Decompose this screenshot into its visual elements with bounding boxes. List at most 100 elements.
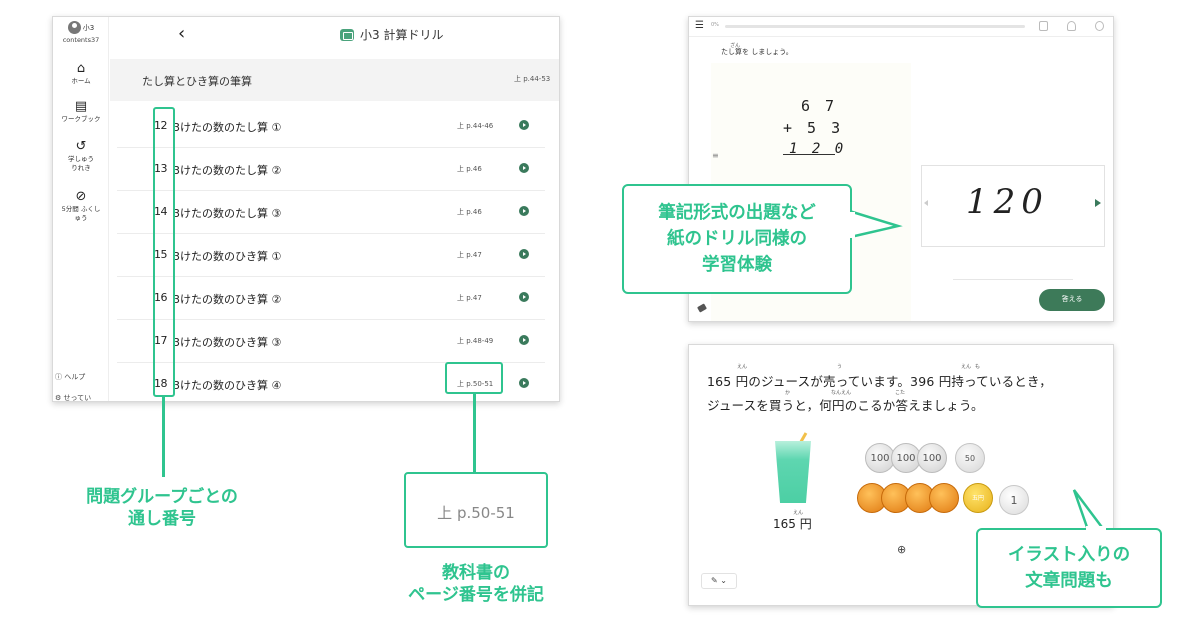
sidebar-item-label: ワークブック [61,115,101,123]
page-highlight-box [445,362,503,394]
arrow-right-icon[interactable] [519,249,529,259]
ruby: も [975,364,981,370]
sidebar-item-label: 学しゅう りれき [68,155,94,172]
arrow-right-icon[interactable] [519,292,529,302]
bubble-line: 筆記形式の出題など [658,203,816,223]
sidebar-item-label: ホーム [71,77,91,85]
help-link[interactable]: ⓘ ヘルプ [55,372,85,382]
question-line: 165 円のジュースが売っています。396 円持っているとき， [707,374,1052,389]
group-title: たし算とひき算の筆算 [142,75,252,88]
problem-label: 3けたの数のたし算 ③ [173,207,282,220]
chevron-left-icon[interactable]: ‹ [178,23,185,44]
bubble-text-illust: イラスト入りの 文章問題も [976,542,1162,594]
bubble-line: 学習体験 [702,255,772,275]
clipboard-icon[interactable] [1039,21,1048,31]
list-item[interactable]: 12 3けたの数のたし算 ① 上 p.44-46 [117,105,545,148]
settings-label: せってい [63,394,92,402]
connector-line [473,394,476,472]
sidebar-item-home[interactable]: ⌂ ホーム [53,61,109,86]
arrow-right-icon[interactable] [519,163,529,173]
problem-list: 12 3けたの数のたし算 ① 上 p.44-46 13 3けたの数のたし算 ② … [117,105,545,401]
caption-line: ページ番号を併記 [408,585,544,605]
bubble-text-hissan: 筆記形式の出題など 紙のドリル同様の 学習体験 [622,200,852,278]
work-answer: 1 2 0 [789,141,847,157]
list-item[interactable]: 15 3けたの数のひき算 ① 上 p.47 [117,234,545,277]
divider [953,279,1073,280]
juice-glass-illustration [775,441,811,503]
coin-1: 1 [999,485,1029,515]
power-icon[interactable] [1095,21,1104,31]
sidebar-item-label: 5分間 ふくしゅう [61,205,101,222]
textbook-page: 上 p.46 [457,165,482,173]
bubble-line: 紙のドリル同様の [667,229,807,249]
handle-icon[interactable]: ≡ [712,151,719,160]
arrow-right-icon[interactable] [519,378,529,388]
connector-line [162,397,165,477]
arrow-right-icon[interactable] [1095,199,1101,207]
arrow-left-icon[interactable] [924,200,928,206]
book-icon [340,28,354,41]
pen-select[interactable]: ✎ ⌄ [701,573,737,589]
addend-bottom: + 5 3 [783,119,844,137]
avatar [67,21,81,34]
sidebar-item-review[interactable]: ⊘ 5分間 ふくしゅう [53,189,109,223]
coin-100: 100 [917,443,947,473]
caption-line: 通し番号 [128,509,196,529]
textbook-page: 上 p.47 [457,294,482,302]
bubble-joint [1086,526,1106,532]
zoom-in-icon[interactable]: ⊕ [897,543,906,556]
menu-icon[interactable]: ☰ [695,20,704,31]
pen-icon: ✎ [711,576,718,585]
price-label: 165 円 [773,517,812,531]
problem-label: 3けたの数のひき算 ② [173,293,282,306]
textbook-page: 上 p.44-46 [457,122,494,130]
arrow-right-icon[interactable] [519,120,529,130]
arrow-right-icon[interactable] [519,335,529,345]
handwriting-pad[interactable]: 120 [921,165,1105,247]
caption-textbook-page: 教科書の ページ番号を併記 [372,562,580,606]
ruby: えん [737,364,748,370]
chevron-down-icon: ⌄ [720,576,727,585]
problem-toolbar: ☰ 0% [689,17,1113,37]
page-title-text: 小3 計算ドリル [360,28,444,42]
arrow-right-icon[interactable] [519,206,529,216]
check-circle-icon: ⊘ [75,189,87,204]
problem-label: 3けたの数のたし算 ② [173,164,282,177]
user-block[interactable]: 小3 contents37 [53,21,109,44]
list-item[interactable]: 17 3けたの数のひき算 ③ 上 p.48-49 [117,320,545,363]
list-item[interactable]: 16 3けたの数のひき算 ② 上 p.47 [117,277,545,320]
list-item[interactable]: 14 3けたの数のたし算 ③ 上 p.46 [117,191,545,234]
sidebar-item-history[interactable]: ↺ 学しゅう りれき [53,139,109,173]
coin-10 [929,483,959,513]
list-item[interactable]: 13 3けたの数のたし算 ② 上 p.46 [117,148,545,191]
caption-group-number: 問題グループごとの 通し番号 [52,486,272,530]
caption-line: 教科書の [442,563,510,583]
caption-line: 問題グループごとの [86,487,238,507]
number-highlight-box [153,107,175,397]
gear-icon: ⚙ [55,394,62,402]
home-icon: ⌂ [76,61,86,76]
sidebar: 小3 contents37 ⌂ ホーム ▤ ワークブック ↺ 学しゅう りれき … [53,17,109,401]
drill-app-window: 小3 contents37 ⌂ ホーム ▤ ワークブック ↺ 学しゅう りれき … [52,16,560,402]
problem-group-header[interactable]: たし算とひき算の筆算 上 p.44-53 ⌃ [110,59,559,101]
settings-link[interactable]: ⚙ せってい [55,393,92,402]
bulb-icon[interactable] [1067,21,1076,31]
user-name: 小3 [82,23,95,32]
instruction-text: たし算を しましょう。 [721,48,793,56]
problem-label: 3けたの数のたし算 ① [173,121,282,134]
help-icon: ⓘ [55,373,62,381]
sidebar-item-workbook[interactable]: ▤ ワークブック [53,99,109,124]
textbook-page: 上 p.46 [457,208,482,216]
problem-label: 3けたの数のひき算 ③ [173,336,282,349]
coin-5: 五円 [963,483,993,513]
problem-label: 3けたの数のひき算 ① [173,250,282,263]
bubble-line: イラスト入りの [1007,545,1131,565]
answer-button[interactable]: 答える [1039,289,1105,311]
textbook-page: 上 p.48-49 [457,337,494,345]
addend-top: 6 7 [801,97,838,115]
group-page: 上 p.44-53 [514,75,551,83]
instruction: ざん たし算を しましょう。 [721,43,793,57]
eraser-icon[interactable] [697,303,707,313]
coin-50: 50 [955,443,985,473]
bubble-line: 文章問題も [1025,571,1113,591]
